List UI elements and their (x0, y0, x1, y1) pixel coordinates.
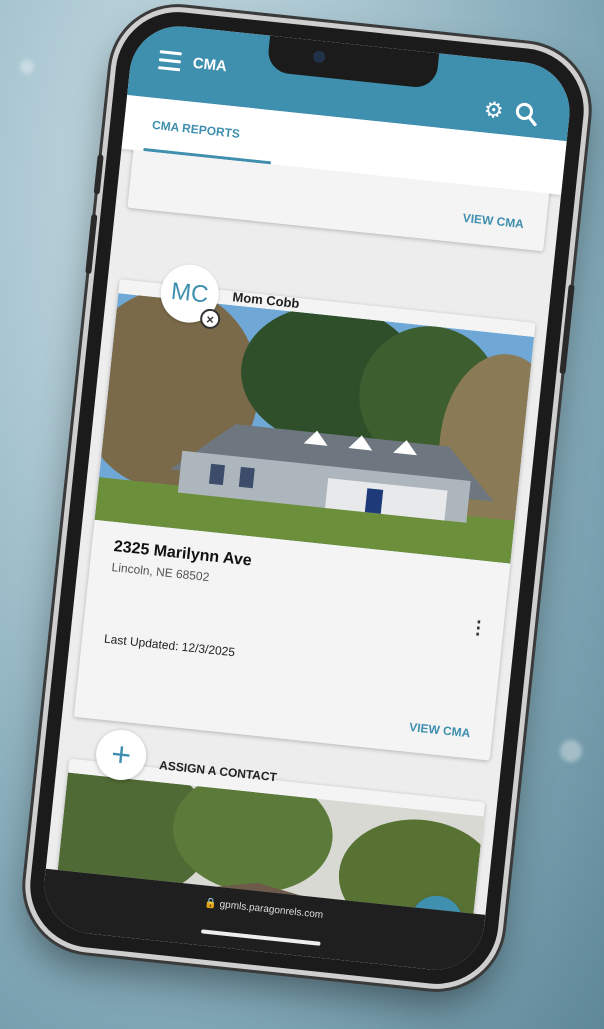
background-bokeh (20, 60, 34, 74)
gear-icon[interactable]: ⚙ (483, 96, 505, 123)
background-bokeh (560, 740, 582, 762)
hamburger-menu-icon[interactable] (157, 50, 182, 76)
cma-report-card: 2325 Marilynn Ave Lincoln, NE 68502 ⋮ La… (73, 279, 536, 761)
app-title: CMA (191, 54, 228, 76)
lock-icon: 🔒 (203, 897, 218, 910)
url-text: gpmls.paragonrels.com (219, 899, 324, 921)
tab-cma-reports[interactable]: CMA REPORTS (151, 118, 240, 141)
cma-report-list: VIEW CMA 2325 Marilynn Ave Lincoln, NE 6… (46, 148, 561, 915)
phone-button (93, 154, 104, 195)
phone-button (85, 213, 98, 275)
more-vert-icon[interactable]: ⋮ (468, 617, 488, 639)
view-cma-button[interactable]: VIEW CMA (409, 720, 471, 740)
home-indicator[interactable] (200, 929, 321, 946)
view-cma-button[interactable]: VIEW CMA (462, 211, 524, 231)
phone-button (559, 284, 575, 375)
property-photo[interactable] (94, 293, 535, 564)
phone-screen: CMA ⚙ CMA REPORTS VIEW CMA 2325 Marilynn… (39, 21, 575, 975)
camera-icon (312, 50, 326, 64)
phone-notch (266, 35, 440, 90)
search-icon[interactable] (512, 100, 541, 129)
phone-frame: CMA ⚙ CMA REPORTS VIEW CMA 2325 Marilynn… (24, 6, 590, 990)
last-updated-text: Last Updated: 12/3/2025 (103, 631, 236, 660)
